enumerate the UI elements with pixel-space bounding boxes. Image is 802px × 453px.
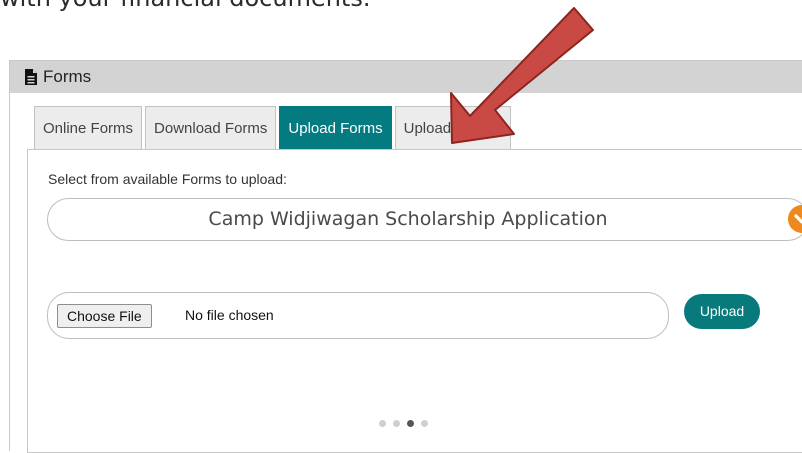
file-status-text: No file chosen (185, 307, 274, 323)
chevron-down-icon[interactable] (788, 205, 802, 233)
pager-dot-active[interactable] (407, 420, 414, 427)
tab-upload-history[interactable]: Upload History (394, 106, 511, 150)
tab-bar: Online Forms Download Forms Upload Forms… (34, 103, 514, 150)
forms-panel: Forms Online Forms Download Forms Upload… (9, 60, 802, 453)
file-input-field[interactable]: Choose File No file chosen (47, 292, 669, 339)
panel-title: Forms (43, 67, 92, 86)
choose-file-button[interactable]: Choose File (57, 304, 152, 328)
tab-online-forms[interactable]: Online Forms (34, 106, 143, 150)
pager-dot[interactable] (393, 420, 400, 427)
pager-dot[interactable] (421, 420, 428, 427)
document-icon (25, 69, 37, 85)
upload-forms-content: Select from available Forms to upload: C… (27, 149, 802, 453)
pager-dots (379, 420, 428, 427)
select-form-label: Select from available Forms to upload: (48, 171, 287, 187)
tab-upload-forms[interactable]: Upload Forms (279, 106, 392, 150)
selected-form-value: Camp Widjiwagan Scholarship Application (208, 208, 608, 230)
form-select-dropdown[interactable]: Camp Widjiwagan Scholarship Application (47, 198, 802, 241)
pager-dot[interactable] (379, 420, 386, 427)
panel-header: Forms (10, 61, 802, 93)
intro-text: with your financial documents. (0, 0, 370, 12)
upload-button[interactable]: Upload (684, 294, 760, 329)
tab-download-forms[interactable]: Download Forms (145, 106, 277, 150)
